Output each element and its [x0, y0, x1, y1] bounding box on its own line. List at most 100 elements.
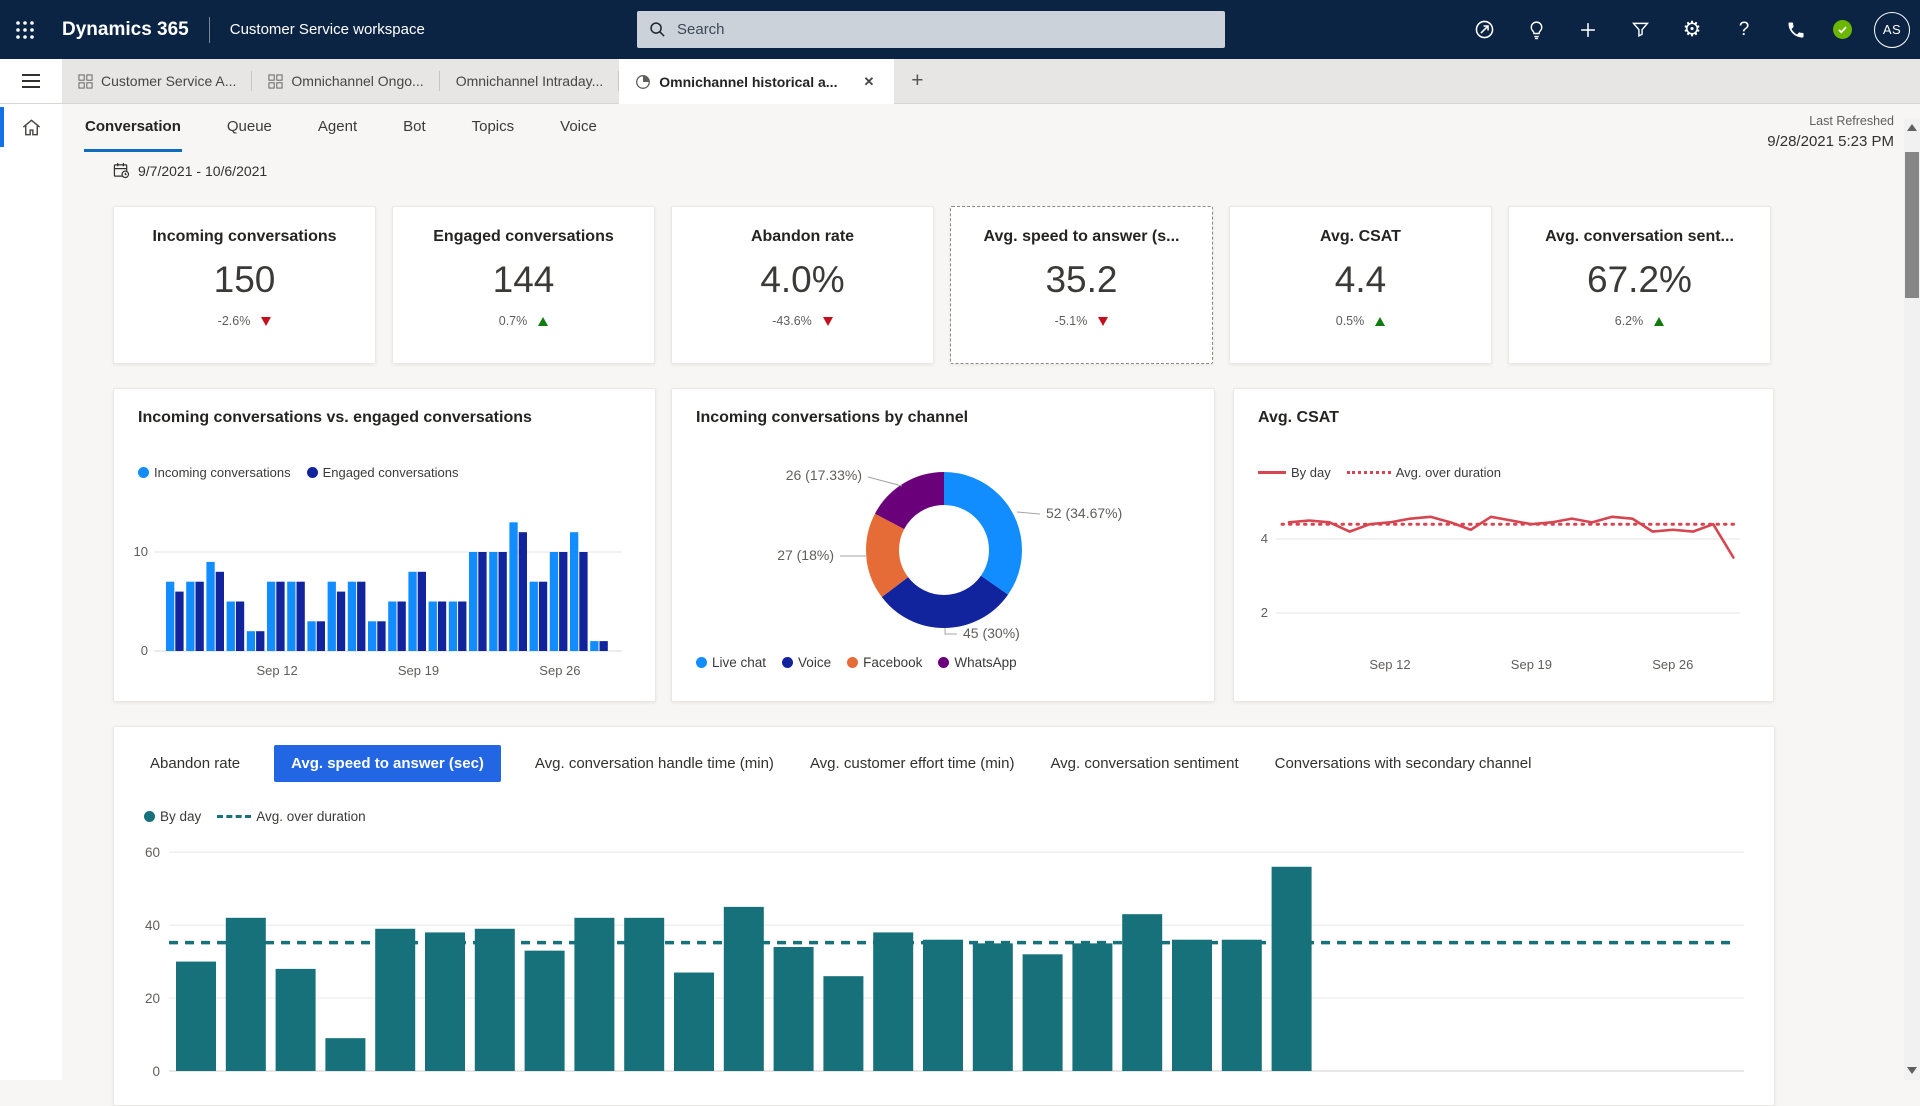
pie-chart-icon [635, 74, 651, 90]
dashboard-icon [78, 74, 93, 89]
nav-tab-conversation[interactable]: Conversation [84, 103, 182, 152]
nav-tab-bot[interactable]: Bot [402, 103, 427, 152]
kpi-avg-speed-to-answer[interactable]: Avg. speed to answer (s... 35.2 -5.1% [950, 206, 1213, 364]
legend-item[interactable]: Incoming conversations [138, 465, 291, 480]
legend-dotted-line-icon [1347, 471, 1391, 474]
settings-gear-icon[interactable]: ⚙ [1677, 15, 1707, 45]
tab-omnichannel-ongoing[interactable]: Omnichannel Ongo... [252, 59, 439, 103]
legend-item[interactable]: Facebook [847, 655, 922, 670]
add-icon[interactable] [1573, 15, 1603, 45]
kpi-avg-csat[interactable]: Avg. CSAT 4.4 0.5% [1229, 206, 1492, 364]
svg-text:Sep 19: Sep 19 [1511, 657, 1552, 672]
new-tab-icon[interactable]: + [894, 59, 940, 103]
close-icon[interactable]: ✕ [859, 72, 878, 92]
kpi-title: Engaged conversations [393, 228, 654, 246]
brand-title[interactable]: Dynamics 365 [62, 19, 189, 41]
avg-csat-line-chart[interactable]: 42Sep 12Sep 19Sep 26 [1234, 501, 1775, 697]
vertical-scrollbar[interactable] [1904, 118, 1920, 1080]
scroll-down-icon[interactable] [1907, 1067, 1917, 1074]
scrollbar-thumb[interactable] [1905, 152, 1919, 298]
kpi-title: Incoming conversations [114, 228, 375, 246]
date-range-value: 9/7/2021 - 10/6/2021 [138, 163, 267, 179]
quick-launch-icon[interactable] [1469, 15, 1499, 45]
avatar[interactable]: AS [1874, 12, 1910, 48]
trend-up-icon [538, 317, 548, 326]
dashboard-nav-tabs: Conversation Queue Agent Bot Topics Voic… [84, 103, 598, 152]
legend-dot-icon [138, 467, 149, 478]
kpi-avg-conversation-sentiment[interactable]: Avg. conversation sent... 67.2% 6.2% [1508, 206, 1771, 364]
kpi-value: 35.2 [951, 259, 1212, 301]
tab-omnichannel-historical[interactable]: Omnichannel historical a... ✕ [619, 59, 894, 104]
legend-item[interactable]: Engaged conversations [307, 465, 459, 480]
waffle-icon[interactable] [0, 0, 50, 59]
filter-icon[interactable] [1625, 15, 1655, 45]
metric-tab-avg-customer-effort[interactable]: Avg. customer effort time (min) [808, 745, 1017, 782]
tab-omnichannel-intraday[interactable]: Omnichannel Intraday... [440, 59, 620, 103]
search-icon [649, 21, 666, 38]
waffle-grid-icon [14, 19, 36, 41]
kpi-engaged-conversations[interactable]: Engaged conversations 144 0.7% [392, 206, 655, 364]
help-icon[interactable]: ? [1729, 15, 1759, 45]
svg-text:Sep 26: Sep 26 [539, 663, 580, 678]
metric-tab-abandon-rate[interactable]: Abandon rate [148, 745, 242, 782]
scroll-up-icon[interactable] [1907, 124, 1917, 131]
site-map-rail [0, 103, 62, 1080]
kpi-title: Avg. speed to answer (s... [951, 228, 1212, 246]
tab-label: Omnichannel Intraday... [456, 73, 604, 89]
channel-donut-chart[interactable]: 52 (34.67%)45 (30%)27 (18%)26 (17.33%) [672, 439, 1216, 649]
metric-tab-avg-handle-time[interactable]: Avg. conversation handle time (min) [533, 745, 776, 782]
nav-tab-agent[interactable]: Agent [317, 103, 358, 152]
kpi-value: 144 [393, 259, 654, 301]
kpi-delta: 6.2% [1615, 314, 1644, 328]
svg-text:4: 4 [1261, 531, 1268, 546]
kpi-delta: -5.1% [1055, 314, 1088, 328]
avg-speed-bar-chart[interactable]: 6040200 [114, 835, 1776, 1105]
incoming-vs-engaged-chart[interactable]: 100Sep 12Sep 19Sep 26 [114, 501, 657, 697]
nav-tab-voice[interactable]: Voice [559, 103, 598, 152]
kpi-value: 67.2% [1509, 259, 1770, 301]
search-input[interactable] [675, 20, 1213, 39]
svg-text:0: 0 [152, 1064, 160, 1079]
svg-text:Sep 12: Sep 12 [256, 663, 297, 678]
tab-customer-service-agent[interactable]: Customer Service A... [62, 59, 252, 103]
kpi-abandon-rate[interactable]: Abandon rate 4.0% -43.6% [671, 206, 934, 364]
trend-down-icon [823, 317, 833, 326]
svg-text:60: 60 [145, 845, 160, 860]
svg-text:Sep 19: Sep 19 [398, 663, 439, 678]
global-search[interactable] [637, 11, 1225, 48]
legend-dot-icon [696, 657, 707, 668]
lightbulb-icon[interactable] [1521, 15, 1551, 45]
sidebar-item-home[interactable] [0, 103, 62, 151]
kpi-value: 150 [114, 259, 375, 301]
legend-item[interactable]: Avg. over duration [1347, 465, 1501, 480]
metric-detail-card: Abandon rate Avg. speed to answer (sec) … [113, 726, 1775, 1106]
header-divider [209, 17, 210, 43]
metric-tab-secondary-channel[interactable]: Conversations with secondary channel [1273, 745, 1534, 782]
phone-icon[interactable] [1781, 15, 1811, 45]
presence-available-icon[interactable] [1833, 20, 1852, 39]
legend-item[interactable]: Live chat [696, 655, 766, 670]
last-refreshed: Last Refreshed 9/28/2021 5:23 PM [1767, 114, 1894, 150]
legend-dot-icon [782, 657, 793, 668]
legend-item[interactable]: Voice [782, 655, 831, 670]
metric-tab-avg-sentiment[interactable]: Avg. conversation sentiment [1048, 745, 1240, 782]
chart-title: Avg. CSAT [1258, 409, 1339, 427]
legend-item[interactable]: By day [144, 809, 201, 824]
app-name[interactable]: Customer Service workspace [230, 21, 425, 38]
nav-tab-queue[interactable]: Queue [226, 103, 273, 152]
legend-item[interactable]: Avg. over duration [217, 809, 365, 824]
kpi-title: Abandon rate [672, 228, 933, 246]
date-range-filter[interactable]: 9/7/2021 - 10/6/2021 [113, 162, 267, 179]
legend-item[interactable]: By day [1258, 465, 1331, 480]
hamburger-menu-icon[interactable] [0, 59, 62, 103]
tab-label: Omnichannel historical a... [659, 74, 837, 90]
kpi-value: 4.0% [672, 259, 933, 301]
metric-tab-avg-speed-to-answer[interactable]: Avg. speed to answer (sec) [274, 745, 501, 782]
svg-text:26 (17.33%): 26 (17.33%) [786, 467, 862, 483]
chart-legend: Live chat Voice Facebook WhatsApp [696, 655, 1017, 670]
tab-label: Customer Service A... [101, 73, 236, 89]
legend-item[interactable]: WhatsApp [938, 655, 1016, 670]
nav-tab-topics[interactable]: Topics [471, 103, 516, 152]
kpi-incoming-conversations[interactable]: Incoming conversations 150 -2.6% [113, 206, 376, 364]
trend-down-icon [261, 317, 271, 326]
